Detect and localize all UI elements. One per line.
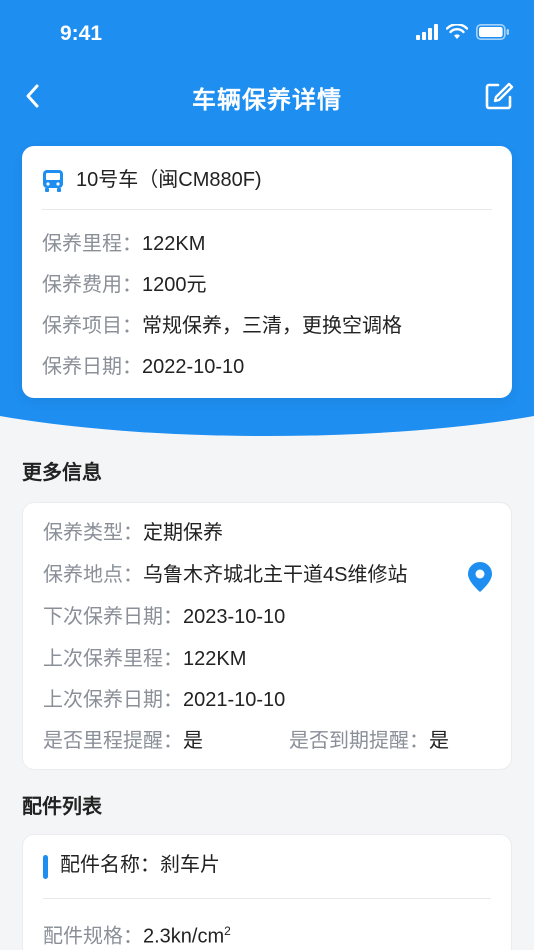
part-name-header: 配件名称：刹车片: [43, 851, 491, 899]
wifi-icon: [446, 24, 468, 39]
part-name-value: 刹车片: [160, 854, 220, 876]
part-name-label: 配件名称：: [60, 854, 160, 876]
items-row: 保养项目：常规保养，三清，更换空调格: [42, 315, 402, 337]
signal-icon: [416, 24, 438, 40]
last-date-row: 上次保养日期：2021-10-10: [43, 689, 286, 711]
next-date-row: 下次保养日期：2023-10-10: [43, 606, 286, 628]
parts-list-title: 配件列表: [22, 796, 102, 818]
date-row: 保养日期：2022-10-10: [42, 356, 245, 378]
more-info-card: 保养类型：定期保养 保养地点：乌鲁木齐城北主干道4S维修站 下次保养日期：202…: [22, 502, 512, 770]
cost-row: 保养费用：1200元: [42, 274, 207, 296]
page-title: 车辆保养详情: [192, 87, 342, 114]
part-card: 配件名称：刹车片 配件规格：2.3kn/cm2: [22, 834, 512, 950]
status-bar: 9:41: [0, 0, 534, 70]
location-row: 保养地点：乌鲁木齐城北主干道4S维修站: [43, 564, 408, 586]
battery-icon: [476, 24, 509, 40]
more-info-title: 更多信息: [22, 462, 102, 484]
mileage-row: 保养里程：122KM: [42, 233, 206, 255]
edit-icon[interactable]: [484, 81, 514, 111]
accent-bar: [43, 855, 48, 879]
type-row: 保养类型：定期保养: [43, 522, 223, 544]
expiry-reminder-row: 是否到期提醒：是: [289, 730, 449, 752]
mileage-reminder-row: 是否里程提醒：是: [43, 730, 203, 752]
maintenance-summary-card: 10号车（闽CM880F) 保养里程：122KM 保养费用：1200元 保养项目…: [22, 146, 512, 398]
location-pin-icon[interactable]: [467, 561, 493, 593]
vehicle-name: 10号车（闽CM880F): [76, 169, 262, 191]
vehicle-header: 10号车（闽CM880F): [42, 166, 492, 210]
last-mileage-row: 上次保养里程：122KM: [43, 648, 247, 670]
part-spec-row: 配件规格：2.3kn/cm2: [43, 924, 231, 948]
navigation-bar: 车辆保养详情: [0, 70, 534, 124]
bus-icon: [43, 170, 63, 192]
status-time: 9:41: [60, 22, 103, 45]
